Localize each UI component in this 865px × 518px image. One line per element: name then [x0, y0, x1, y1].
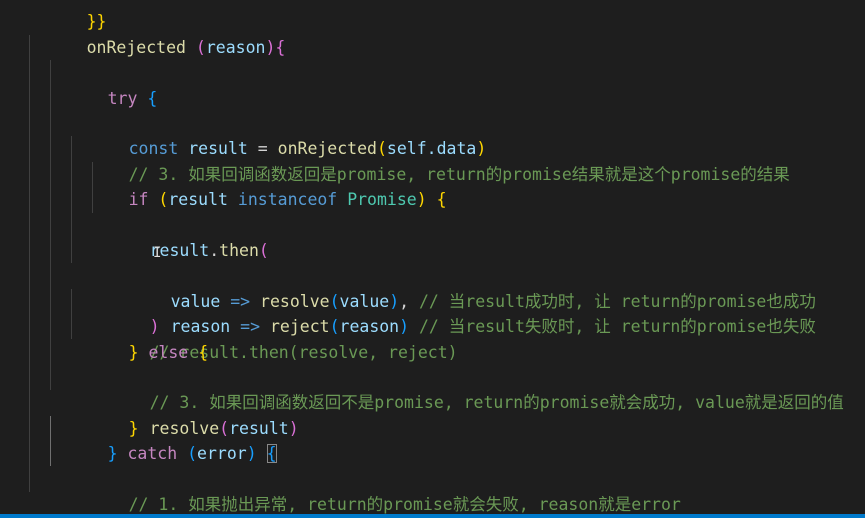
indent-guide [71, 288, 72, 315]
indent-guide [50, 263, 51, 289]
indent-guide [29, 85, 30, 111]
indent-guide [29, 415, 30, 442]
indent-guide [29, 187, 30, 213]
code-line-3: const result = onRejected(self.data) [0, 60, 865, 158]
indent-guide [50, 161, 51, 188]
code-line-11: } else { [0, 263, 865, 362]
code-line-17: // 1. 如果抛出异常, return的promise就会失败, reason… [0, 415, 865, 514]
status-bar [0, 514, 865, 518]
indent-guide [50, 364, 51, 391]
indent-guide [29, 390, 30, 416]
code-line-12: // 3. 如果回调函数返回不是promise, return的promise就… [0, 288, 865, 412]
indent-guide [29, 212, 30, 238]
indent-guide [29, 237, 30, 264]
indent-guide [29, 441, 30, 467]
indent-guide [50, 288, 51, 315]
code-line-8: reason => reject(reason) // 当result失败时, … [0, 187, 865, 336]
indent-guide [50, 415, 51, 442]
code-line-6: result.then( [0, 136, 865, 260]
text-cursor-icon: I [153, 244, 162, 261]
indent-guide [50, 60, 51, 86]
code-line-18: reject(error) [0, 441, 865, 467]
code-line-7: value => resolve(value), // 当result成功时, … [0, 161, 865, 311]
indent-guide [50, 314, 51, 340]
indent-guide [50, 441, 51, 467]
code-line-0: }} [0, 0, 865, 31]
indent-guide [29, 288, 30, 315]
indent-guide [71, 212, 72, 238]
indent-guide [71, 237, 72, 264]
indent-guide [29, 161, 30, 188]
indent-guide [50, 212, 51, 238]
indent-guide [92, 161, 93, 188]
code-line-2: try { [0, 34, 865, 108]
indent-guide [50, 187, 51, 213]
indent-guide [29, 339, 30, 365]
indent-guide [29, 136, 30, 162]
indent-guide [29, 466, 30, 492]
code-line-1: onRejected (reason){ [0, 9, 865, 57]
code-line-19: } [0, 466, 865, 492]
indent-guide [29, 34, 30, 61]
indent-guide [50, 136, 51, 162]
code-line-13: resolve(result) [0, 314, 865, 438]
indent-guide [50, 339, 51, 365]
indent-guide [50, 237, 51, 264]
indent-guide [50, 85, 51, 111]
code-line-15 [0, 364, 865, 391]
indent-guide [29, 263, 30, 289]
indent-guide [29, 314, 30, 340]
code-area[interactable]: }} onRejected (reason){ try { const resu… [0, 0, 865, 517]
indent-guide [50, 110, 51, 137]
indent-guide [71, 187, 72, 213]
code-line-14: } [0, 339, 865, 438]
indent-guide [29, 110, 30, 137]
code-line-9: ) [0, 212, 865, 336]
code-line-4: // 3. 如果回调函数返回是promise, return的promise结果… [0, 85, 865, 184]
indent-guide [29, 364, 30, 391]
indent-guide [71, 161, 72, 188]
indent-guide [92, 187, 93, 213]
code-line-5: if (result instanceof Promise) { [0, 110, 865, 209]
indent-guide [71, 314, 72, 340]
code-line-16: } catch (error) { [0, 390, 865, 464]
code-editor[interactable]: }} onRejected (reason){ try { const resu… [0, 0, 865, 518]
code-line-10: // result.then(resolve, reject) I [0, 237, 865, 362]
indent-guide [71, 136, 72, 162]
indent-guide [29, 60, 30, 86]
